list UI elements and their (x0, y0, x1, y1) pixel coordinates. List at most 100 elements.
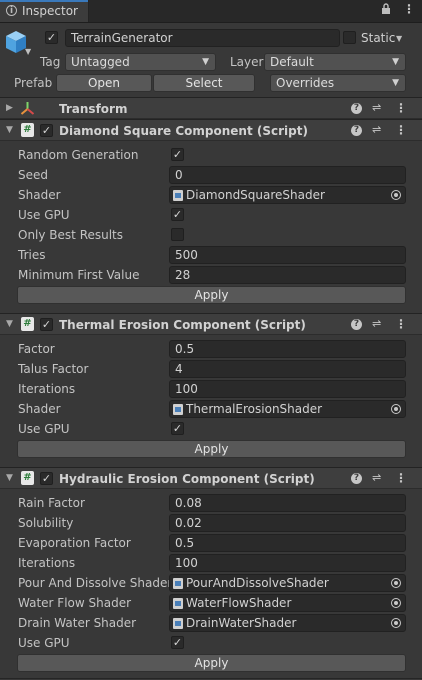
overrides-dropdown-value: Overrides (276, 76, 335, 90)
gameobject-active-checkbox[interactable]: ✓ (45, 31, 58, 44)
use-gpu-checkbox[interactable]: ✓ (171, 208, 184, 221)
object-picker-icon[interactable] (391, 618, 401, 628)
iterations-input[interactable]: 100 (169, 554, 406, 572)
presets-icon[interactable]: ⇌ (372, 317, 381, 330)
minimum-first-value-label: Minimum First Value (18, 268, 140, 282)
tab-inspector-label: Inspector (22, 4, 78, 18)
presets-icon[interactable]: ⇌ (372, 471, 381, 484)
prefab-overrides-dropdown[interactable]: Overrides ▼ (270, 74, 406, 92)
shader-object-field[interactable]: DiamondSquareShader (169, 186, 406, 204)
presets-icon[interactable]: ⇌ (372, 123, 381, 136)
tab-active-indicator (0, 0, 88, 2)
hydraulic-erosion-component-header[interactable]: ▼ # ✓ Hydraulic Erosion Component (Scrip… (0, 467, 422, 489)
diamond-square-apply-button[interactable]: Apply (17, 286, 406, 304)
collapse-arrow-down-icon[interactable]: ▼ (6, 125, 13, 135)
pour-and-dissolve-shader-field[interactable]: PourAndDissolveShader (169, 574, 406, 592)
shader-asset-icon (173, 578, 183, 589)
talus-factor-input[interactable]: 4 (169, 360, 406, 378)
tries-input[interactable]: 500 (169, 246, 406, 264)
talus-factor-label: Talus Factor (18, 362, 89, 376)
diamond-square-title: Diamond Square Component (Script) (59, 124, 308, 138)
presets-icon[interactable]: ⇌ (372, 101, 381, 114)
chevron-down-icon: ▼ (392, 57, 399, 67)
evaporation-factor-input[interactable]: 0.5 (169, 534, 406, 552)
icon-dropdown-arrow-icon[interactable]: ▼ (25, 47, 31, 56)
iterations-label: Iterations (18, 556, 76, 570)
hydraulic-erosion-title: Hydraulic Erosion Component (Script) (59, 472, 315, 486)
static-checkbox[interactable]: ✓ (343, 31, 356, 44)
seed-input[interactable]: 0 (169, 166, 406, 184)
csharp-script-icon: # (21, 317, 34, 331)
transform-component-header[interactable]: ▶ Transform ? ⇌ ⋮ (0, 97, 422, 119)
use-gpu-checkbox[interactable]: ✓ (171, 422, 184, 435)
chevron-down-icon: ▼ (392, 78, 399, 88)
solubility-input[interactable]: 0.02 (169, 514, 406, 532)
prefab-open-button[interactable]: Open (56, 74, 152, 92)
collapse-arrow-down-icon[interactable]: ▼ (6, 319, 13, 329)
tag-label: Tag (40, 55, 61, 69)
use-gpu-label: Use GPU (18, 208, 70, 222)
hydraulic-erosion-apply-button[interactable]: Apply (17, 654, 406, 672)
drain-water-shader-label: Drain Water Shader (18, 616, 137, 630)
shader-asset-icon (173, 190, 183, 201)
rain-factor-input[interactable]: 0.08 (169, 494, 406, 512)
chevron-down-icon: ▼ (202, 57, 209, 67)
thermal-erosion-apply-button[interactable]: Apply (17, 440, 406, 458)
thermal-erosion-component-header[interactable]: ▼ # ✓ Thermal Erosion Component (Script)… (0, 313, 422, 335)
minimum-first-value-input[interactable]: 28 (169, 266, 406, 284)
iterations-label: Iterations (18, 382, 76, 396)
tab-inspector[interactable]: i Inspector (0, 0, 89, 22)
kebab-menu-icon[interactable]: ⋮ (395, 471, 407, 485)
shader-asset-icon (173, 618, 183, 629)
object-picker-icon[interactable] (391, 598, 401, 608)
drain-water-shader-field[interactable]: DrainWaterShader (169, 614, 406, 632)
help-icon[interactable]: ? (351, 319, 362, 330)
diamond-square-component-header[interactable]: ▼ # ✓ Diamond Square Component (Script) … (0, 119, 422, 141)
water-flow-shader-field[interactable]: WaterFlowShader (169, 594, 406, 612)
lock-icon[interactable] (381, 3, 391, 19)
water-flow-shader-value: WaterFlowShader (186, 596, 292, 610)
use-gpu-label: Use GPU (18, 636, 70, 650)
layer-label: Layer (230, 55, 264, 69)
tag-dropdown-value: Untagged (71, 55, 130, 69)
collapse-arrow-right-icon[interactable]: ▶ (6, 103, 13, 113)
help-icon[interactable]: ? (351, 103, 362, 114)
bottom-divider (0, 678, 422, 679)
gameobject-name-input[interactable]: TerrainGenerator (65, 29, 340, 47)
layer-dropdown[interactable]: Default ▼ (264, 53, 406, 71)
object-picker-icon[interactable] (391, 190, 401, 200)
diamond-square-enabled-checkbox[interactable]: ✓ (40, 124, 53, 137)
csharp-script-icon: # (21, 471, 34, 485)
kebab-menu-icon[interactable]: ⋮ (395, 101, 407, 115)
thermal-erosion-enabled-checkbox[interactable]: ✓ (40, 318, 53, 331)
rain-factor-label: Rain Factor (18, 496, 85, 510)
hydraulic-erosion-enabled-checkbox[interactable]: ✓ (40, 472, 53, 485)
use-gpu-checkbox[interactable]: ✓ (171, 636, 184, 649)
help-icon[interactable]: ? (351, 125, 362, 136)
help-icon[interactable]: ? (351, 473, 362, 484)
transform-icon (20, 101, 35, 119)
gameobject-cube-icon (5, 30, 27, 57)
iterations-input[interactable]: 100 (169, 380, 406, 398)
kebab-menu-icon[interactable]: ⋮ (395, 317, 407, 331)
collapse-arrow-down-icon[interactable]: ▼ (6, 473, 13, 483)
static-dropdown-arrow-icon[interactable]: ▼ (396, 34, 402, 43)
tag-dropdown[interactable]: Untagged ▼ (65, 53, 216, 71)
info-icon: i (6, 5, 17, 16)
prefab-select-button[interactable]: Select (153, 74, 255, 92)
tries-label: Tries (18, 248, 46, 262)
factor-label: Factor (18, 342, 55, 356)
shader-asset-icon (173, 598, 183, 609)
static-label[interactable]: Static (361, 31, 395, 45)
factor-input[interactable]: 0.5 (169, 340, 406, 358)
kebab-menu-icon[interactable]: ⋮ (395, 123, 407, 137)
object-picker-icon[interactable] (391, 404, 401, 414)
shader-object-value: ThermalErosionShader (186, 402, 323, 416)
shader-object-value: DiamondSquareShader (186, 188, 325, 202)
object-picker-icon[interactable] (391, 578, 401, 588)
only-best-results-checkbox[interactable]: ✓ (171, 228, 184, 241)
random-generation-checkbox[interactable]: ✓ (171, 148, 184, 161)
seed-label: Seed (18, 168, 48, 182)
kebab-menu-icon[interactable]: ⋮ (403, 2, 415, 16)
shader-object-field[interactable]: ThermalErosionShader (169, 400, 406, 418)
